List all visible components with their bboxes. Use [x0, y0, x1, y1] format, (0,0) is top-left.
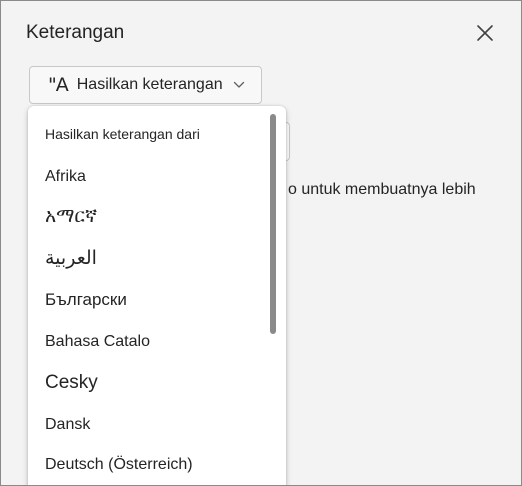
caption-hint-text: o untuk membuatnya lebih [288, 181, 476, 198]
option-bulgarian[interactable]: Български [45, 290, 127, 310]
panel-title: Keterangan [26, 22, 125, 43]
chevron-down-icon [233, 81, 245, 89]
option-catalan[interactable]: Bahasa Catalo [45, 333, 150, 351]
generate-captions-button[interactable]: "A Hasilkan keterangan [29, 66, 262, 104]
captions-panel: Keterangan "A Hasilkan keterangan o untu… [0, 0, 522, 486]
close-icon [477, 25, 493, 41]
dropdown-scrollbar[interactable] [270, 114, 276, 334]
quote-a-icon: "A [48, 74, 69, 96]
option-arabic[interactable]: العربية [45, 247, 97, 269]
option-czech[interactable]: Cesky [45, 372, 98, 394]
option-german-austria[interactable]: Deutsch (Österreich) [45, 456, 193, 474]
generate-captions-label: Hasilkan keterangan [76, 76, 223, 93]
option-afrika[interactable]: Afrika [45, 168, 86, 186]
dropdown-header: Hasilkan keterangan dari [45, 126, 200, 142]
option-danish[interactable]: Dansk [45, 416, 90, 434]
option-amharic[interactable]: አማርኛ [45, 205, 97, 227]
close-button[interactable] [469, 17, 501, 49]
language-dropdown-menu: Hasilkan keterangan dari Afrika አማርኛ الع… [28, 106, 286, 485]
